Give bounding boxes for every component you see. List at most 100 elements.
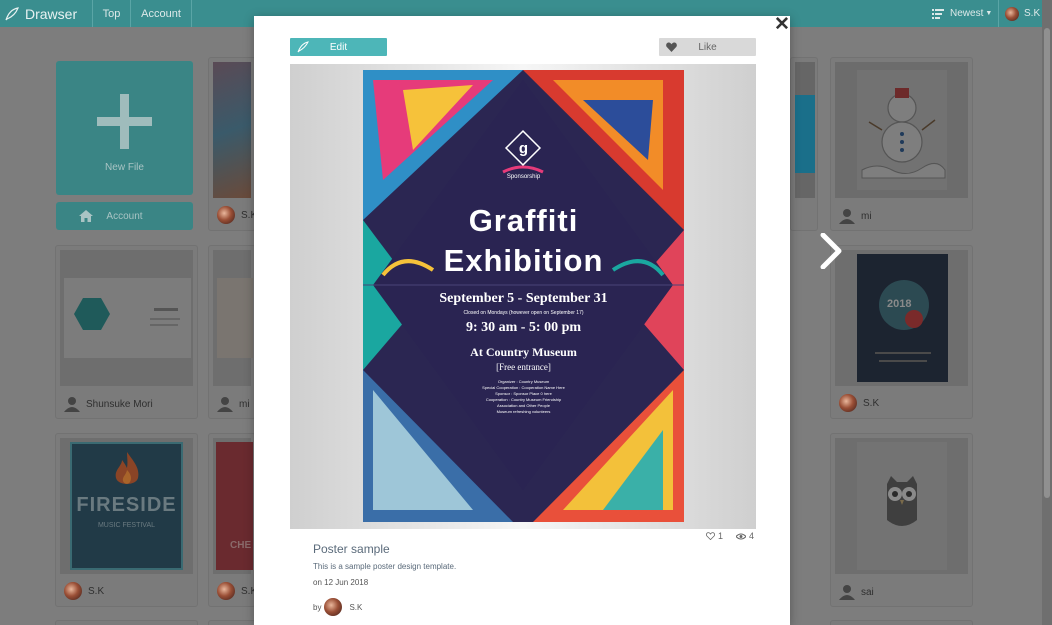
brand-link[interactable]: Drawser bbox=[0, 0, 92, 27]
poster-text: CHE bbox=[230, 540, 252, 551]
new-file-label: New File bbox=[105, 162, 144, 173]
user-name: S.K bbox=[1024, 8, 1041, 19]
person-icon bbox=[839, 585, 855, 600]
card-thumbnail bbox=[835, 62, 968, 198]
like-label: Like bbox=[698, 41, 717, 53]
poster-hours: 9: 30 am - 5: 00 pm bbox=[465, 320, 582, 335]
card-thumbnail: FIRESIDE MUSIC FESTIVAL bbox=[60, 438, 193, 574]
author-name: mi bbox=[861, 210, 872, 222]
poster-entrance: [Free entrance] bbox=[496, 362, 551, 372]
poster-title-line2: Exhibition bbox=[443, 243, 604, 278]
card-thumbnail bbox=[213, 62, 251, 198]
page-scrollbar[interactable] bbox=[1042, 0, 1052, 625]
nav-account-link[interactable]: Account bbox=[130, 0, 192, 27]
author-name: sai bbox=[861, 586, 874, 598]
poster-artwork: g Sponsorship Graffiti Exhibition Septem… bbox=[363, 70, 684, 522]
card-author: S.K bbox=[839, 394, 879, 412]
card-thumbnail bbox=[60, 250, 193, 386]
gallery-card[interactable]: mi bbox=[208, 245, 256, 419]
card-thumbnail bbox=[835, 438, 968, 574]
card-author: S.K bbox=[217, 582, 257, 600]
poster-title-line1: Graffiti bbox=[468, 203, 579, 238]
sort-dropdown[interactable]: Newest ▼ bbox=[932, 0, 992, 27]
likes-value: 1 bbox=[718, 531, 724, 541]
account-label: Account bbox=[106, 210, 143, 222]
card-thumbnail bbox=[213, 250, 253, 386]
avatar bbox=[839, 394, 857, 412]
author-name: Shunsuke Mori bbox=[86, 398, 153, 410]
credit-line: Museum refreshing volunteers bbox=[496, 409, 551, 414]
gallery-card[interactable] bbox=[830, 620, 973, 625]
card-author: sai bbox=[839, 584, 874, 600]
person-icon bbox=[217, 397, 233, 412]
gallery-card[interactable]: Shunsuke Mori bbox=[55, 245, 198, 419]
avatar bbox=[217, 582, 235, 600]
view-count: 4 bbox=[736, 531, 754, 541]
avatar bbox=[1005, 6, 1019, 21]
close-icon[interactable]: ✕ bbox=[774, 15, 790, 34]
gallery-card[interactable] bbox=[55, 620, 198, 625]
author-name: mi bbox=[239, 398, 250, 410]
poster-venue: At Country Museum bbox=[470, 345, 577, 359]
home-icon bbox=[79, 210, 93, 222]
fireside-subtitle: MUSIC FESTIVAL bbox=[97, 522, 156, 529]
card-author: S.K bbox=[64, 582, 104, 600]
gallery-card[interactable]: mi bbox=[830, 57, 973, 231]
artwork-title: Poster sample bbox=[313, 542, 390, 556]
gallery-card[interactable]: CHE S.K bbox=[208, 433, 257, 607]
user-menu[interactable]: S.K bbox=[1005, 0, 1040, 27]
poster-closed-note: Closed on Mondays (however open on Septe… bbox=[463, 310, 584, 316]
caret-down-icon: ▼ bbox=[985, 10, 993, 17]
artwork-byline: by S.K bbox=[313, 598, 362, 616]
poster-year: 2018 bbox=[887, 298, 912, 310]
owl-thumbnail bbox=[857, 442, 947, 570]
fireside-title: FIRESIDE bbox=[76, 494, 177, 516]
author-link[interactable]: S.K bbox=[349, 603, 362, 612]
person-icon bbox=[839, 209, 855, 224]
artwork-description: This is a sample poster design template. bbox=[313, 562, 457, 571]
card-thumbnail bbox=[795, 62, 815, 198]
avatar bbox=[217, 206, 235, 224]
gallery-card[interactable] bbox=[790, 57, 818, 231]
chevron-right-icon[interactable] bbox=[818, 233, 844, 269]
snowman-thumbnail bbox=[857, 70, 947, 190]
fireside-thumbnail: FIRESIDE MUSIC FESTIVAL bbox=[70, 442, 183, 570]
sort-label: Newest bbox=[950, 8, 984, 19]
poster-credits: Organizer : Country Museum Special Coope… bbox=[363, 379, 684, 415]
plus-icon-bar bbox=[97, 117, 152, 126]
artwork-date: on 12 Jun 2018 bbox=[313, 578, 369, 587]
edit-label: Edit bbox=[329, 41, 348, 53]
by-label: by bbox=[313, 602, 322, 612]
gallery-card[interactable] bbox=[208, 620, 256, 625]
list-sort-icon bbox=[932, 8, 944, 19]
poster-logo-letter: g bbox=[518, 140, 529, 157]
person-icon bbox=[64, 397, 80, 412]
author-name: S.K bbox=[88, 585, 105, 597]
card-author: mi bbox=[839, 208, 872, 224]
like-button[interactable]: Like bbox=[659, 38, 756, 56]
quill-logo-icon bbox=[5, 6, 19, 20]
author-name: S.K bbox=[863, 397, 880, 409]
scrollbar-thumb[interactable] bbox=[1044, 28, 1050, 498]
views-value: 4 bbox=[749, 531, 755, 541]
gallery-card[interactable]: sai bbox=[830, 433, 973, 607]
like-count: 1 bbox=[706, 531, 723, 541]
divider bbox=[998, 0, 999, 27]
eye-icon bbox=[736, 533, 746, 539]
gallery-card[interactable]: 2018 S.K bbox=[830, 245, 973, 419]
new-file-button[interactable]: New File bbox=[56, 61, 193, 195]
card-author: Shunsuke Mori bbox=[64, 396, 153, 412]
poster-sponsor: Sponsorship bbox=[506, 174, 541, 180]
poster-dates: September 5 - September 31 bbox=[439, 291, 608, 306]
heart-outline-icon bbox=[706, 532, 715, 540]
avatar[interactable] bbox=[324, 598, 343, 616]
gallery-card[interactable]: FIRESIDE MUSIC FESTIVAL S.K bbox=[55, 433, 198, 607]
account-button[interactable]: Account bbox=[56, 202, 193, 230]
avatar bbox=[64, 582, 82, 600]
poster-2018-thumbnail: 2018 bbox=[857, 254, 948, 382]
nav-top-link[interactable]: Top bbox=[92, 0, 130, 27]
card-author: S.K bbox=[217, 206, 257, 224]
gallery-card[interactable]: S.K bbox=[208, 57, 257, 231]
card-author: mi bbox=[217, 396, 250, 412]
edit-button[interactable]: Edit bbox=[290, 38, 387, 56]
